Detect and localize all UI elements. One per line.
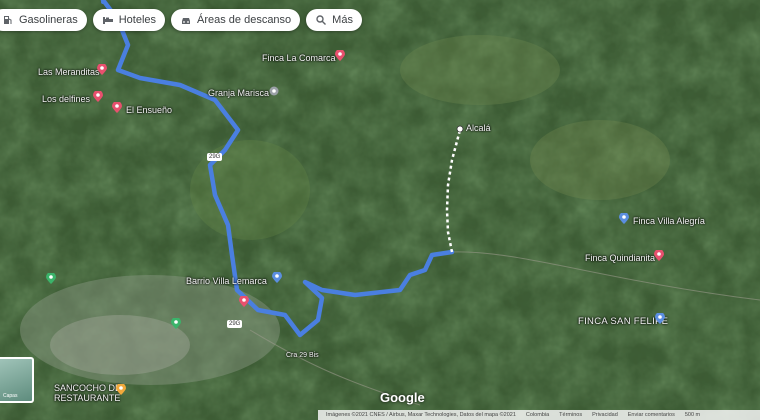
car-icon [182, 18, 190, 24]
lodging-pin-icon[interactable] [334, 50, 346, 62]
search-icon [316, 15, 327, 25]
destination-label[interactable]: Alcalá [466, 123, 491, 133]
satellite-map[interactable] [0, 0, 760, 420]
bed-icon [102, 17, 113, 24]
chip-hotels[interactable]: Hoteles [92, 9, 165, 31]
chip-label: Áreas de descanso [197, 14, 292, 26]
place-pin-icon[interactable] [170, 318, 182, 330]
place-label[interactable]: Barrio Villa Lemarca [186, 276, 267, 286]
restaurant-pin-icon[interactable] [115, 384, 127, 396]
chip-label: Gasolineras [19, 14, 78, 26]
road-shield: 29G [207, 153, 223, 161]
chip-gas-stations[interactable]: Gasolineras [0, 9, 87, 31]
country-label: Colombia [525, 412, 550, 418]
start-marker-icon[interactable] [238, 296, 250, 308]
imagery-attribution: Imágenes ©2021 CNES / Airbus, Maxar Tech… [326, 412, 516, 418]
terms-link[interactable]: Términos [559, 412, 582, 418]
place-label[interactable]: Finca Villa Alegría [633, 216, 705, 226]
layers-label: Capas [3, 393, 18, 399]
chip-rest-areas[interactable]: Áreas de descanso [171, 9, 301, 31]
place-label[interactable]: Finca La Comarca [262, 53, 336, 63]
chip-label: Más [332, 14, 353, 26]
place-label[interactable]: El Ensueño [126, 105, 172, 115]
lodging-pin-icon[interactable] [92, 91, 104, 103]
place-label[interactable]: Finca Quindianita [585, 253, 655, 263]
attribution-bar: Imágenes ©2021 CNES / Airbus, Maxar Tech… [318, 410, 760, 420]
lodging-pin-icon[interactable] [653, 250, 665, 262]
scale-label: 500 m [684, 412, 701, 418]
gas-station-icon [4, 16, 12, 24]
privacy-link[interactable]: Privacidad [592, 412, 618, 418]
place-label[interactable]: Las Meranditas [38, 67, 100, 77]
place-label[interactable]: Granja Marisca [208, 88, 269, 98]
place-pin-icon[interactable] [654, 313, 666, 325]
lodging-pin-icon[interactable] [111, 102, 123, 114]
chip-more[interactable]: Más [306, 9, 362, 31]
place-pin-icon[interactable] [271, 272, 283, 284]
feedback-link[interactable]: Enviar comentarios [628, 412, 675, 418]
road-shield: 29G [227, 320, 243, 328]
street-label: Cra 29 Bis [286, 352, 319, 359]
place-label[interactable]: Los delfines [42, 94, 90, 104]
chip-label: Hoteles [118, 14, 156, 26]
google-logo: Google [380, 390, 425, 405]
lodging-pin-icon[interactable] [96, 64, 108, 76]
place-label[interactable]: SANCOCHO DE RESTAURANTE [54, 383, 121, 403]
origin-dot [101, 0, 105, 4]
place-pin-icon[interactable] [45, 273, 57, 285]
place-pin-icon[interactable] [618, 213, 630, 225]
destination-dot [456, 125, 464, 133]
category-chips: Gasolineras Hoteles Áreas de descanso Má… [0, 9, 362, 31]
layers-thumbnail[interactable]: Capas [0, 357, 34, 403]
place-pin-icon[interactable] [268, 85, 280, 97]
